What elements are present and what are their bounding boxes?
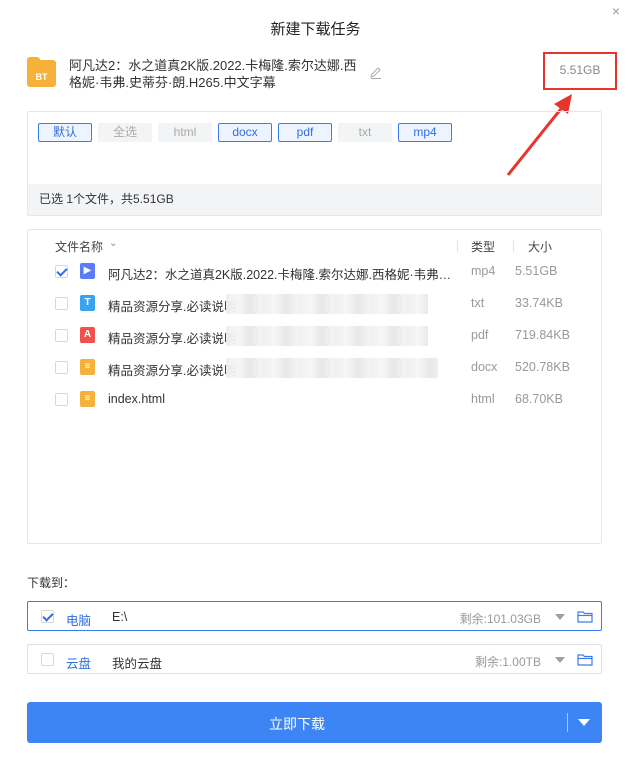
file-name: index.html xyxy=(108,392,165,406)
row-checkbox[interactable] xyxy=(55,361,68,374)
file-name: 精品资源分享.必读说明 xyxy=(108,332,237,346)
download-now-label: 立即下载 xyxy=(269,716,325,732)
filter-docx[interactable]: docx xyxy=(218,123,272,142)
filter-select-all[interactable]: 全选 xyxy=(98,123,152,142)
free-space: 剩余:1.00TB xyxy=(474,655,541,669)
text-file-icon: T xyxy=(80,295,95,311)
bt-file-icon: BT xyxy=(27,57,56,87)
row-checkbox[interactable] xyxy=(55,265,68,278)
task-size-highlight: 5.51GB xyxy=(543,52,617,90)
target-checkbox[interactable] xyxy=(41,610,54,623)
video-file-icon: ▶ xyxy=(80,263,95,279)
file-size: 719.84KB xyxy=(515,328,570,342)
row-checkbox[interactable] xyxy=(55,329,68,342)
pdf-file-icon: A xyxy=(80,327,95,343)
chevron-down-icon[interactable] xyxy=(555,657,565,663)
filter-txt[interactable]: txt xyxy=(338,123,392,142)
html-file-icon: ≡ xyxy=(80,391,95,407)
file-list: 文件名称 ⌄ 类型 大小 ▶ 阿凡达2：水之道真2K版.2022.卡梅隆.索尔达… xyxy=(27,229,602,544)
file-type: pdf xyxy=(471,328,489,342)
file-row[interactable]: A 精品资源分享.必读说明 pdf 719.84KB xyxy=(28,320,601,352)
target-name: 电脑 xyxy=(66,614,92,628)
column-divider xyxy=(513,240,514,252)
filter-html[interactable]: html xyxy=(158,123,212,142)
column-header-type[interactable]: 类型 xyxy=(471,238,495,255)
selection-summary: 已选 1个文件，共5.51GB xyxy=(28,184,601,215)
folder-icon[interactable] xyxy=(577,653,593,666)
filter-mp4[interactable]: mp4 xyxy=(398,123,452,142)
file-row[interactable]: T 精品资源分享.必读说明 txt 33.74KB xyxy=(28,288,601,320)
filter-pdf[interactable]: pdf xyxy=(278,123,332,142)
download-to-label: 下载到： xyxy=(27,576,76,590)
folder-icon[interactable] xyxy=(577,610,593,623)
file-type: html xyxy=(471,392,495,406)
free-space: 剩余:101.03GB xyxy=(459,612,541,626)
target-cloud[interactable]: 云盘 我的云盘 剩余:1.00TB xyxy=(27,644,602,674)
row-checkbox[interactable] xyxy=(55,393,68,406)
sort-icon[interactable]: ⌄ xyxy=(109,238,117,249)
redacted-region xyxy=(226,326,428,346)
redacted-region xyxy=(226,294,428,314)
file-row[interactable]: ≡ 精品资源分享.必读说明 docx 520.78KB xyxy=(28,352,601,384)
button-divider xyxy=(567,713,568,732)
chevron-down-icon[interactable] xyxy=(555,614,565,620)
target-checkbox[interactable] xyxy=(41,653,54,666)
task-name: 阿凡达2：水之道真2K版.2022.卡梅隆.索尔达娜.西格妮·韦弗.史蒂芬·朗.… xyxy=(69,58,357,90)
file-row[interactable]: ▶ 阿凡达2：水之道真2K版.2022.卡梅隆.索尔达娜.西格妮·韦弗.史蒂芬·… xyxy=(28,256,601,288)
target-computer[interactable]: 电脑 E:\ 剩余:101.03GB xyxy=(27,601,602,631)
row-checkbox[interactable] xyxy=(55,297,68,310)
file-type: txt xyxy=(471,296,485,310)
dropdown-caret-icon[interactable] xyxy=(578,719,590,726)
target-name: 云盘 xyxy=(66,657,92,671)
file-size: 520.78KB xyxy=(515,360,570,374)
filter-panel: 默认 全选 html docx pdf txt mp4 已选 1个文件，共5.5… xyxy=(27,111,602,216)
edit-icon[interactable] xyxy=(369,66,383,80)
filter-default[interactable]: 默认 xyxy=(38,123,92,142)
file-type-filters: 默认 全选 html docx pdf txt mp4 xyxy=(38,123,458,142)
document-file-icon: ≡ xyxy=(80,359,95,375)
file-type: docx xyxy=(471,360,498,374)
dialog-title: 新建下载任务 xyxy=(270,21,361,38)
file-size: 5.51GB xyxy=(515,264,558,278)
file-name: 精品资源分享.必读说明 xyxy=(108,364,237,378)
file-row[interactable]: ≡ index.html html 68.70KB xyxy=(28,384,601,416)
download-now-button[interactable]: 立即下载 xyxy=(27,702,602,743)
file-list-header: 文件名称 ⌄ 类型 大小 xyxy=(28,236,601,256)
redacted-region xyxy=(226,358,438,378)
target-path[interactable]: E:\ xyxy=(112,610,127,624)
file-type: mp4 xyxy=(471,264,496,278)
file-name: 精品资源分享.必读说明 xyxy=(108,300,237,314)
file-name: 阿凡达2：水之道真2K版.2022.卡梅隆.索尔达娜.西格妮·韦弗.史蒂芬·朗.… xyxy=(108,268,452,282)
file-size: 68.70KB xyxy=(515,392,563,406)
column-header-size[interactable]: 大小 xyxy=(528,238,552,255)
column-header-name[interactable]: 文件名称 xyxy=(55,238,103,255)
close-icon[interactable]: × xyxy=(609,4,623,18)
file-size: 33.74KB xyxy=(515,296,563,310)
target-path[interactable]: 我的云盘 xyxy=(112,653,162,672)
column-divider xyxy=(457,240,458,252)
